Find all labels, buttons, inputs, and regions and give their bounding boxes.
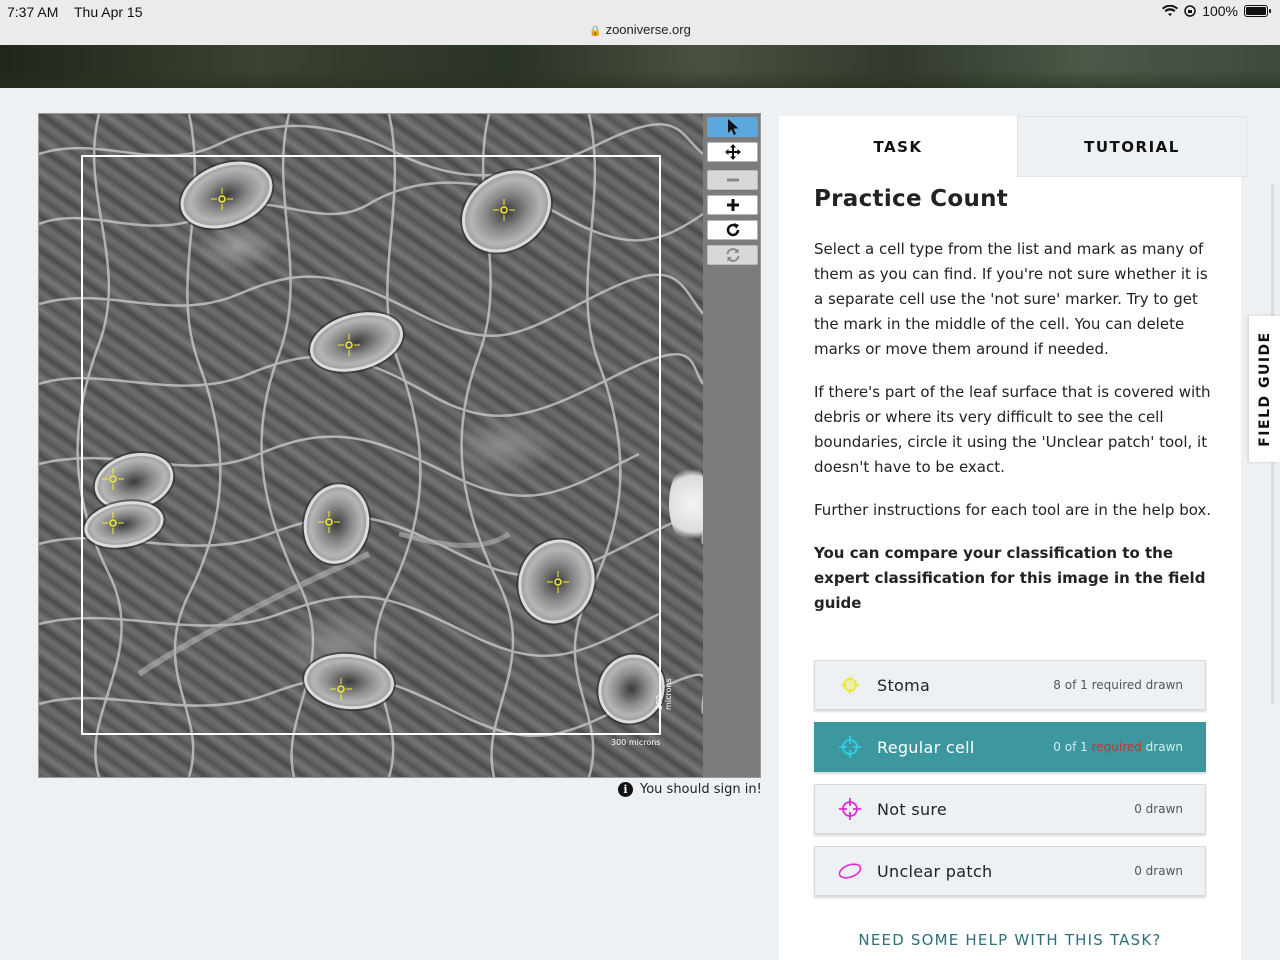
viewer-toolbar	[703, 114, 760, 777]
tool-option-regular-cell[interactable]: Regular cell 0 of 1 required drawn	[814, 722, 1206, 772]
scale-label: 300 microns	[611, 738, 661, 747]
debris-patch	[669, 464, 703, 544]
tool-label: Regular cell	[877, 737, 975, 757]
status-time: 7:37 AM	[7, 4, 59, 20]
tool-count: 0 drawn	[1134, 864, 1183, 878]
move-icon	[724, 144, 741, 160]
task-panel: TASK TUTORIAL Practice Count Select a ce…	[779, 116, 1247, 960]
subject-viewer: 300 microns 300 microns	[38, 113, 761, 778]
info-icon: i	[618, 782, 633, 797]
reset-icon	[726, 248, 739, 262]
pointer-icon	[727, 119, 738, 135]
signin-text: You should sign in!	[640, 782, 762, 797]
tool-count: 0 of 1 required drawn	[1053, 740, 1183, 754]
task-help-link[interactable]: NEED SOME HELP WITH THIS TASK?	[779, 931, 1241, 949]
tool-label: Stoma	[877, 675, 931, 695]
status-date: Thu Apr 15	[74, 4, 143, 20]
tool-option-not-sure[interactable]: Not sure 0 drawn	[814, 784, 1206, 834]
signin-note: i You should sign in!	[618, 782, 762, 797]
scale-label-vertical: 300 microns	[655, 678, 673, 710]
zoom-out-button[interactable]	[707, 170, 758, 190]
plus-icon	[726, 199, 739, 211]
wifi-icon	[1162, 5, 1179, 16]
instruction-paragraph: Select a cell type from the list and mar…	[814, 240, 1208, 358]
battery-icon	[1244, 5, 1271, 17]
reset-button[interactable]	[707, 245, 758, 265]
tool-count: 8 of 1 required drawn	[1053, 678, 1183, 692]
rotate-icon	[726, 223, 739, 237]
orientation-lock-icon	[1184, 5, 1196, 17]
url-text: zooniverse.org	[605, 22, 691, 37]
tool-label: Unclear patch	[877, 861, 993, 881]
stoma-tool-icon	[837, 672, 863, 698]
url-bar[interactable]: 🔒 zooniverse.org	[0, 22, 1280, 37]
task-instructions: Select a cell type from the list and mar…	[814, 237, 1214, 634]
battery-percent: 100%	[1202, 3, 1238, 19]
select-tool-button[interactable]	[707, 117, 758, 137]
tab-tutorial[interactable]: TUTORIAL	[1017, 116, 1247, 177]
ellipse-icon	[837, 858, 863, 884]
tool-option-unclear-patch[interactable]: Unclear patch 0 drawn	[814, 846, 1206, 896]
zoom-in-button[interactable]	[707, 195, 758, 215]
field-guide-tab[interactable]: FIELD GUIDE	[1249, 316, 1280, 462]
crosshair-icon	[837, 734, 863, 760]
tool-option-stoma[interactable]: Stoma 8 of 1 required drawn	[814, 660, 1206, 710]
leaf-surface-image[interactable]: 300 microns 300 microns	[39, 114, 703, 777]
minus-icon	[726, 178, 739, 182]
status-right: 100%	[1162, 3, 1271, 19]
instruction-paragraph: If there's part of the leaf surface that…	[814, 383, 1211, 476]
tab-task[interactable]: TASK	[779, 116, 1017, 177]
instruction-paragraph-bold: You can compare your classification to t…	[814, 544, 1206, 612]
pan-tool-button[interactable]	[707, 142, 758, 162]
tool-count: 0 drawn	[1134, 802, 1183, 816]
field-guide-label: FIELD GUIDE	[1256, 331, 1273, 447]
task-tabs: TASK TUTORIAL	[779, 116, 1247, 177]
project-banner	[0, 45, 1280, 88]
instruction-paragraph: Further instructions for each tool are i…	[814, 501, 1212, 519]
crosshair-icon	[837, 796, 863, 822]
crop-frame	[81, 155, 661, 735]
status-bar: 7:37 AM Thu Apr 15 100% 🔒 zooniverse.org	[0, 0, 1280, 45]
task-title: Practice Count	[814, 186, 1009, 212]
rotate-button[interactable]	[707, 220, 758, 240]
tool-label: Not sure	[877, 799, 948, 819]
lock-icon: 🔒	[589, 26, 602, 37]
